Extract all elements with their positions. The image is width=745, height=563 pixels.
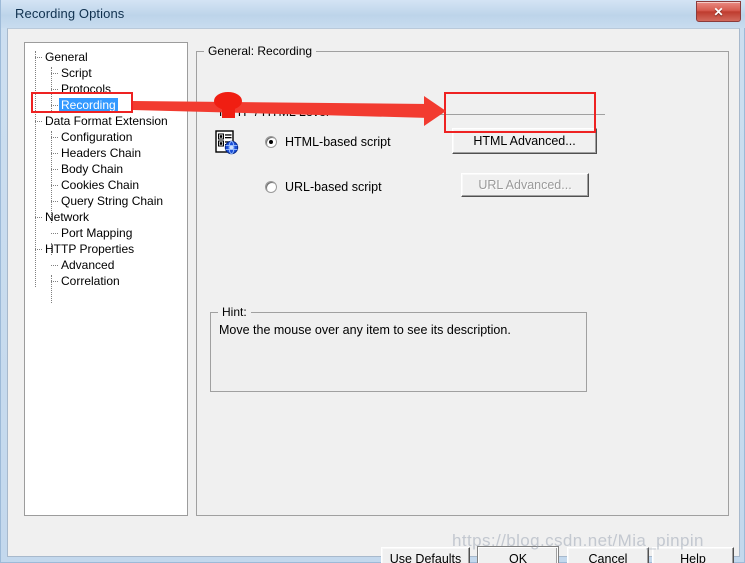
tree-connector [51,153,58,154]
tree-item-label: Network [45,210,90,224]
tree-item-correlation[interactable]: Correlation [51,273,122,289]
tree-item-configuration[interactable]: Configuration [51,129,134,145]
tree-item-protocols[interactable]: Protocols [51,81,113,97]
ok-button[interactable]: OK [477,546,559,563]
general-recording-group: General: Recording [196,44,729,516]
tree-item-label: HTTP Properties [45,242,135,256]
close-icon: ✕ [713,4,724,19]
radio-url-based-script[interactable]: URL-based script [265,180,382,194]
tree-item-port-mapping[interactable]: Port Mapping [51,225,134,241]
tree-item-general[interactable]: General [35,49,90,65]
http-html-level-label: HTTP / HTML Level [219,105,329,119]
tree-item-query-string-chain[interactable]: Query String Chain [51,193,165,209]
tree-connector [51,281,58,282]
radio-html-based-script-indicator[interactable] [265,136,277,148]
tree-item-cookies-chain[interactable]: Cookies Chain [51,177,141,193]
use-defaults-button[interactable]: Use Defaults [381,547,470,563]
tree-item-label: Cookies Chain [61,178,140,192]
html-advanced-button[interactable]: HTML Advanced... [452,128,597,154]
tree-connector [51,89,58,90]
tree-connector [51,233,58,234]
tree-trunk-http [51,275,52,303]
screen: Recording Options ✕ General Script Protoco… [0,0,745,563]
radio-url-based-script-indicator[interactable] [265,181,277,193]
close-button[interactable]: ✕ [696,1,741,22]
tree-trunk-root [35,51,36,287]
tree-item-label: Script [61,66,92,80]
radio-html-based-script[interactable]: HTML-based script [265,135,391,149]
tree-item-label: Advanced [61,258,115,272]
radio-url-based-script-label: URL-based script [285,180,382,194]
tree-item-label: Protocols [61,82,112,96]
hint-group-title: Hint: [218,305,251,319]
tree-item-body-chain[interactable]: Body Chain [51,161,125,177]
tree-connector [51,185,58,186]
tree-connector [51,201,58,202]
window-title: Recording Options [15,6,125,21]
tree-item-label: Query String Chain [61,194,164,208]
http-html-level-rule [335,114,605,115]
tree-item-advanced[interactable]: Advanced [51,257,116,273]
tree-item-headers-chain[interactable]: Headers Chain [51,145,143,161]
settings-tree[interactable]: General Script Protocols Recording Data Form… [24,42,188,516]
tree-item-network[interactable]: Network [35,209,91,225]
tree-connector [51,265,58,266]
tree-connector [35,57,42,58]
tree-connector [51,169,58,170]
tree-connector [51,137,58,138]
cancel-button[interactable]: Cancel [567,547,649,563]
tree-item-label: Headers Chain [61,146,142,160]
tree-connector [51,73,58,74]
tree-item-label: Recording [59,98,118,112]
recording-options-dialog: Recording Options ✕ General Script Protoco… [0,0,745,563]
tree-item-label: General [45,50,88,64]
tree-item-label: Port Mapping [61,226,133,240]
tree-item-label: Correlation [61,274,120,288]
tree-item-recording[interactable]: Recording [51,97,118,113]
html-script-icon [215,130,239,155]
tree-item-http-properties[interactable]: HTTP Properties [35,241,136,257]
title-bar: Recording Options ✕ [1,0,745,28]
tree-connector [51,105,58,106]
url-advanced-button: URL Advanced... [461,173,589,197]
tree-item-label: Data Format Extension [45,114,168,128]
tree-connector [35,249,42,250]
tree-item-script[interactable]: Script [51,65,94,81]
tree-item-label: Configuration [61,130,133,144]
tree-item-data-format-extension[interactable]: Data Format Extension [35,113,170,129]
help-button[interactable]: Help [652,547,734,563]
hint-text: Move the mouse over any item to see its … [219,323,511,337]
radio-html-based-script-label: HTML-based script [285,135,391,149]
dialog-client-area: General Script Protocols Recording Data Form… [7,28,740,563]
tree-connector [35,217,42,218]
general-recording-group-title: General: Recording [204,44,317,58]
tree-connector [35,121,42,122]
tree-item-label: Body Chain [61,162,124,176]
